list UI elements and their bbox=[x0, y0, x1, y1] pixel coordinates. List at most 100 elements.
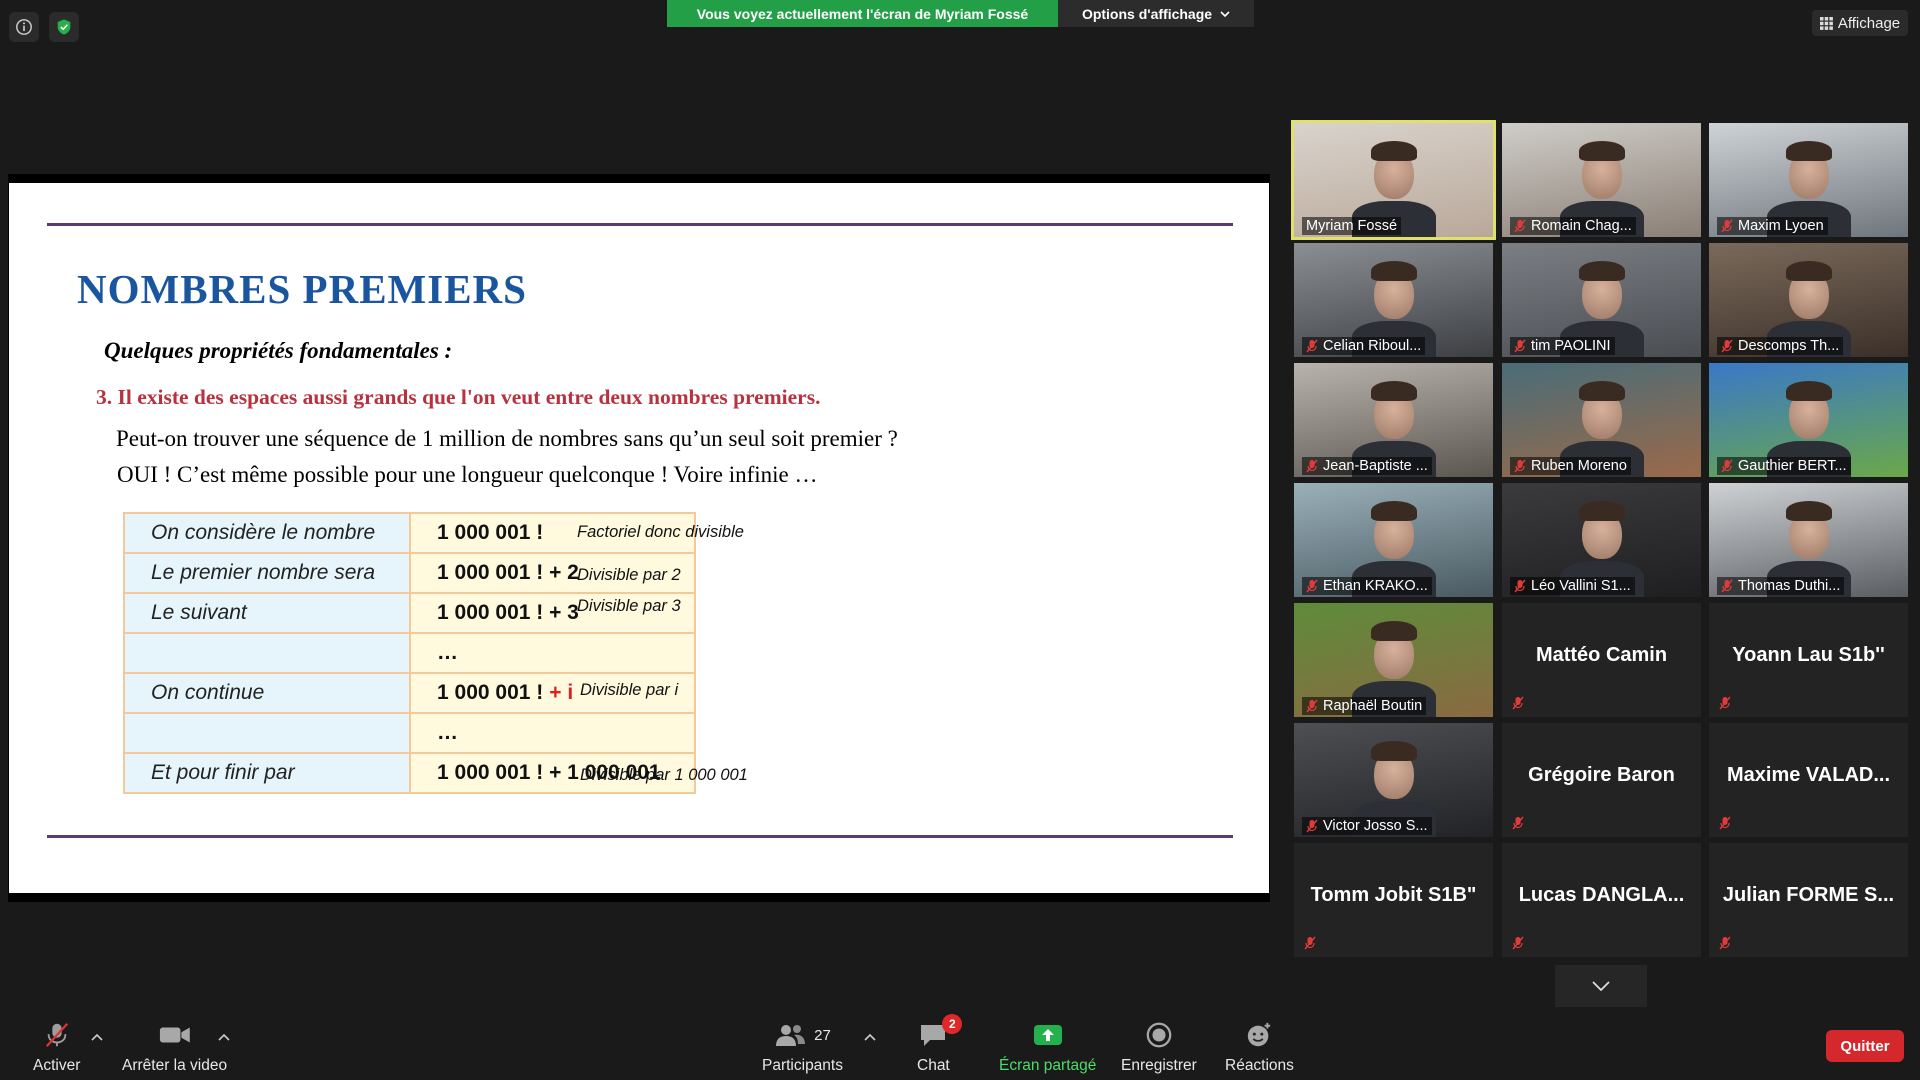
chat-button[interactable]: 2 Chat bbox=[917, 1014, 963, 1075]
participant-name: Ethan KRAKO... bbox=[1323, 578, 1428, 594]
video-options-caret[interactable] bbox=[218, 1028, 230, 1046]
microphone-muted-icon bbox=[1721, 219, 1733, 233]
record-button[interactable]: Enregistrer bbox=[1121, 1018, 1197, 1075]
participant-name-tag: Maxim Lyoen bbox=[1717, 217, 1828, 235]
smiley-icon bbox=[1248, 1022, 1271, 1047]
participant-name: Maxime VALAD... bbox=[1727, 764, 1890, 786]
participant-video-hair bbox=[1579, 261, 1625, 281]
participant-name: Lucas DANGLA... bbox=[1518, 884, 1685, 906]
participant-tile[interactable]: Thomas Duthi... bbox=[1709, 483, 1908, 597]
stop-video-label: Arrêter la video bbox=[122, 1057, 228, 1074]
participant-tile[interactable]: Grégoire Baron bbox=[1502, 723, 1701, 837]
participant-name: Léo Vallini S1... bbox=[1531, 578, 1631, 594]
participant-tile[interactable]: Gauthier BERT... bbox=[1709, 363, 1908, 477]
info-icon bbox=[16, 19, 32, 35]
microphone-muted-icon bbox=[1721, 459, 1733, 473]
participant-tile[interactable]: Myriam Fossé bbox=[1291, 120, 1496, 240]
proof-table: On considère le nombre 1 000 001 ! Le prem… bbox=[123, 512, 696, 794]
chat-unread-badge: 2 bbox=[942, 1014, 963, 1034]
participant-name: Thomas Duthi... bbox=[1738, 578, 1841, 594]
participant-tile[interactable]: Yoann Lau S1b'' bbox=[1709, 603, 1908, 717]
participant-tile[interactable]: Romain Chag... bbox=[1502, 123, 1701, 237]
participant-tile[interactable]: tim PAOLINI bbox=[1502, 243, 1701, 357]
participant-video-hair bbox=[1786, 381, 1832, 401]
participant-tile[interactable]: Julian FORME S... bbox=[1709, 843, 1908, 957]
proof-table-row: … bbox=[123, 632, 696, 674]
divisibility-note: Divisible par 1 000 001 bbox=[580, 766, 748, 784]
participants-button[interactable]: 27 Participants bbox=[762, 1018, 843, 1075]
chevron-down-icon bbox=[1592, 981, 1610, 991]
participant-name: Mattéo Camin bbox=[1535, 644, 1668, 666]
microphone-muted-icon bbox=[1306, 819, 1318, 833]
participant-video-hair bbox=[1371, 501, 1417, 521]
slide-point: 3. Il existe des espaces aussi grands qu… bbox=[96, 385, 821, 409]
stop-video-button[interactable]: Arrêter la video bbox=[122, 1018, 227, 1075]
participant-video-hair bbox=[1579, 501, 1625, 521]
participant-tile[interactable]: Lucas DANGLA... bbox=[1502, 843, 1701, 957]
microphone-muted-icon bbox=[1306, 339, 1318, 353]
participant-tile[interactable]: Maxime VALAD... bbox=[1709, 723, 1908, 837]
participant-name-tag: Thomas Duthi... bbox=[1717, 577, 1845, 595]
share-screen-label: Écran partagé bbox=[999, 1057, 1097, 1074]
chevron-up-icon bbox=[91, 1033, 103, 1041]
microphone-muted-icon bbox=[1721, 339, 1733, 353]
participant-name: Jean-Baptiste ... bbox=[1323, 458, 1428, 474]
shared-screen[interactable]: NOMBRES PREMIERS Quelques propriétés fon… bbox=[8, 174, 1270, 902]
leave-meeting-button[interactable]: Quitter bbox=[1826, 1030, 1904, 1062]
participant-name: Celian Riboul... bbox=[1323, 338, 1422, 354]
participants-icon bbox=[776, 1025, 806, 1046]
info-button[interactable] bbox=[9, 12, 39, 42]
participant-mute-indicator bbox=[1512, 816, 1524, 835]
participant-tile[interactable]: Celian Riboul... bbox=[1294, 243, 1493, 357]
audio-options-caret[interactable] bbox=[91, 1028, 103, 1046]
security-button[interactable] bbox=[49, 12, 79, 42]
participant-video-hair bbox=[1579, 381, 1625, 401]
layout-button[interactable]: Affichage bbox=[1812, 10, 1908, 36]
participant-video-hair bbox=[1371, 741, 1417, 761]
microphone-muted-icon bbox=[1512, 936, 1524, 950]
participant-tile[interactable]: Descomps Th... bbox=[1709, 243, 1908, 357]
proof-row-label: Le suivant bbox=[123, 592, 411, 634]
participant-name: Raphaël Boutin bbox=[1323, 698, 1423, 714]
screen-share-banner: Vous voyez actuellement l'écran de Myria… bbox=[667, 0, 1058, 27]
record-icon bbox=[1146, 1022, 1172, 1048]
divisibility-note: Divisible par 3 bbox=[577, 597, 681, 615]
microphone-muted-icon bbox=[1514, 219, 1526, 233]
participant-tile[interactable]: Raphaël Boutin bbox=[1294, 603, 1493, 717]
slide-top-rule bbox=[47, 223, 1233, 226]
proof-row-value-text: 1 000 001 ! bbox=[437, 521, 544, 544]
grid-icon bbox=[1819, 16, 1833, 30]
proof-row-value-text: 1 000 001 ! + 2 bbox=[437, 561, 579, 584]
microphone-muted-icon bbox=[1512, 696, 1524, 710]
unmute-label: Activer bbox=[33, 1057, 81, 1074]
participant-tile[interactable]: Tomm Jobit S1B" bbox=[1294, 843, 1493, 957]
participant-video-hair bbox=[1786, 261, 1832, 281]
participant-video-hair bbox=[1579, 141, 1625, 161]
participant-name-tag: Victor Josso S... bbox=[1302, 817, 1432, 835]
participant-video-hair bbox=[1786, 501, 1832, 521]
participant-tile[interactable]: Jean-Baptiste ... bbox=[1294, 363, 1493, 477]
participant-mute-indicator bbox=[1512, 936, 1524, 955]
participant-name: Yoann Lau S1b'' bbox=[1732, 644, 1885, 666]
unmute-button[interactable]: Activer bbox=[33, 1018, 80, 1075]
participant-mute-indicator bbox=[1719, 816, 1731, 835]
participant-video-hair bbox=[1371, 381, 1417, 401]
participant-tile[interactable]: Maxim Lyoen bbox=[1709, 123, 1908, 237]
gallery-next-page-button[interactable] bbox=[1555, 965, 1647, 1007]
video-camera-icon bbox=[159, 1027, 190, 1043]
participant-tile[interactable]: Ruben Moreno bbox=[1502, 363, 1701, 477]
participant-name-tag: Ruben Moreno bbox=[1510, 457, 1631, 475]
view-options-dropdown[interactable]: Options d'affichage bbox=[1058, 0, 1254, 27]
zoom-meeting-window: Vous voyez actuellement l'écran de Myria… bbox=[0, 0, 1920, 1080]
participant-tile[interactable]: Ethan KRAKO... bbox=[1294, 483, 1493, 597]
participant-video-hair bbox=[1371, 141, 1417, 161]
participant-tile[interactable]: Léo Vallini S1... bbox=[1502, 483, 1701, 597]
participant-tile[interactable]: Mattéo Camin bbox=[1502, 603, 1701, 717]
share-screen-button[interactable]: Écran partagé bbox=[999, 1018, 1096, 1075]
participants-options-caret[interactable] bbox=[864, 1028, 876, 1046]
divisibility-note: Factoriel donc divisible bbox=[577, 523, 744, 541]
reactions-button[interactable]: Réactions bbox=[1225, 1018, 1294, 1075]
proof-row-value-text: … bbox=[437, 721, 458, 744]
participant-video-hair bbox=[1371, 261, 1417, 281]
participant-tile[interactable]: Victor Josso S... bbox=[1294, 723, 1493, 837]
